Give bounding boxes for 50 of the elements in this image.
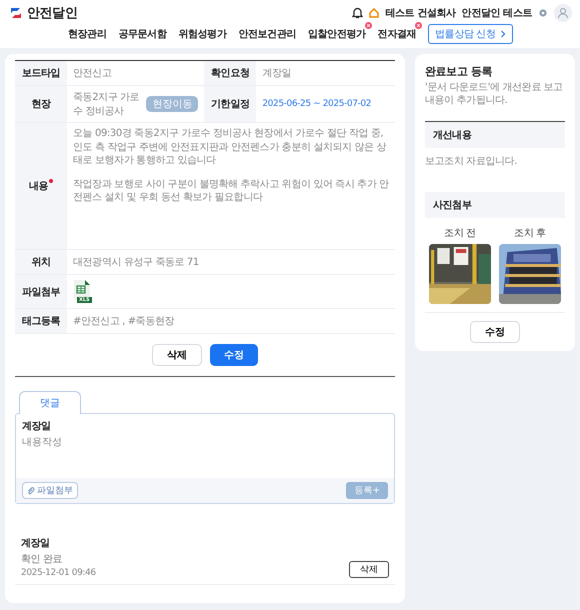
panel-subtitle: '문서 다운로드'에 개선완료 보고 내용이 추가됩니다. — [425, 81, 564, 107]
attach-file-button[interactable]: 파일첨부 — [22, 482, 78, 499]
field-value: 대전광역시 유성구 죽동로 71 — [67, 250, 395, 274]
field-label: 파일첨부 — [15, 274, 67, 308]
nav-item[interactable]: 입찰안전평가 — [308, 27, 366, 41]
nav-item[interactable]: 전자결재 — [378, 27, 416, 41]
edit-report-button[interactable]: 수정 — [470, 321, 520, 343]
field-label: 현장 — [15, 86, 67, 122]
company-name: 테스트 건설회사 — [385, 7, 456, 20]
comment-time: 2025-12-01 09:46 — [21, 568, 96, 578]
field-label: 태그등록 — [15, 308, 67, 334]
paperclip-icon — [27, 486, 35, 494]
section-header: 개선내용 — [425, 121, 565, 148]
field-value: 계장일 — [256, 60, 395, 86]
field-label: 보드타입 — [15, 60, 67, 86]
photo-caption: 조치 전 — [444, 227, 476, 240]
user-name[interactable]: 안전달인 테스트 — [462, 6, 532, 20]
comment-tab[interactable]: 댓글 — [19, 391, 81, 414]
chevron-right-icon — [500, 30, 506, 38]
tag-list: #안전신고 , #죽동현장 — [67, 308, 395, 334]
content-paragraph: 작업장과 보행로 사이 구분이 불명확해 추락사고 위험이 있어 즉시 추가 안전펜스 설치 및 우회 동선 확보가 필요합니다 — [73, 178, 389, 204]
panel-title: 완료보고 등록 — [425, 64, 494, 79]
section-header: 사진첨부 — [425, 192, 565, 218]
comment-text: 확인 완료 — [21, 553, 64, 566]
logo-icon — [8, 5, 24, 21]
site-name: 죽동2지구 가로수 정비공사 — [73, 91, 140, 118]
field-label: 위치 — [15, 250, 67, 274]
deadline-value: 2025-06-25 ~ 2025-07-02 — [256, 86, 395, 122]
comment-field[interactable]: 계장일 내용작성 파일첨부 등록+ — [15, 413, 395, 504]
logo-text: 안전달인 — [27, 5, 78, 22]
comment-author: 계장일 — [21, 537, 51, 550]
avatar-icon[interactable] — [554, 4, 572, 22]
nav-item[interactable]: 안전보건관리 — [238, 27, 296, 41]
photo-caption: 조치 후 — [514, 227, 546, 240]
nav-item[interactable]: 현장관리 — [68, 27, 106, 41]
content-paragraph: 오늘 09:30경 죽동2지구 가로수 정비공사 현장에서 가로수 절단 작업 중, 인도 측 작업구 주변에 안전표지판과 안전펜스가 충분히 설치되지 않은 상태로 보행자가 통행하고 있습니다 — [73, 127, 388, 168]
bell-icon[interactable] — [352, 7, 364, 19]
edit-button[interactable]: 수정 — [210, 344, 258, 366]
field-label: 기한일정 — [204, 86, 256, 122]
consult-button[interactable]: 법률상담 신청 — [428, 24, 514, 44]
home-icon — [369, 8, 380, 18]
field-label: 확인요청 — [204, 60, 256, 86]
improvement-text: 보고조치 자료입니다. — [425, 155, 518, 169]
settings-icon[interactable] — [538, 8, 548, 18]
field-label: 내용 — [28, 180, 48, 193]
nav-item[interactable]: 공무문서함 — [118, 27, 166, 41]
delete-button[interactable]: 삭제 — [152, 344, 202, 366]
comment-author: 계장일 — [22, 420, 52, 433]
nav-item[interactable]: 위험성평가 — [178, 27, 226, 41]
delete-comment-button[interactable]: 삭제 — [349, 561, 389, 578]
